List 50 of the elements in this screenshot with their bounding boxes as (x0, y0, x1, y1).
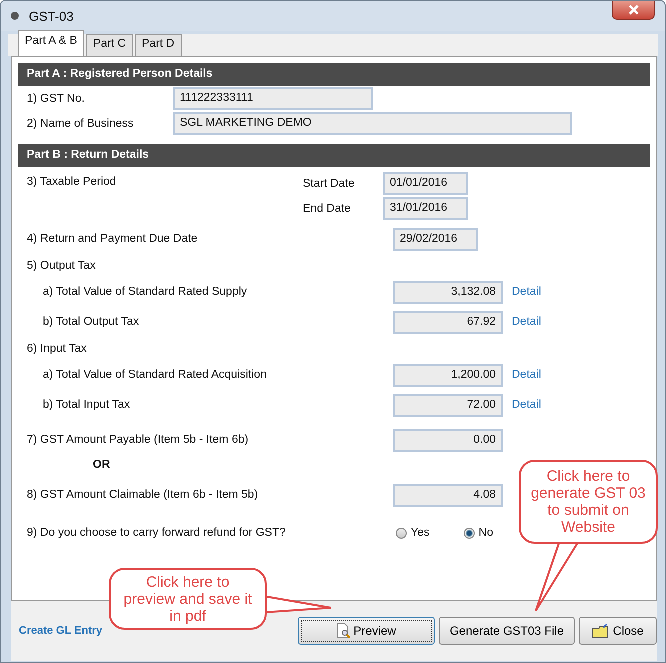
detail-link[interactable]: Detail (512, 369, 542, 381)
folder-icon (592, 624, 610, 638)
document-magnifier-icon (336, 623, 351, 639)
callout: Click here to preview and save it in pdf (109, 568, 267, 630)
close-button[interactable]: Close (579, 617, 657, 645)
field-label: b) Total Input Tax (42, 399, 132, 411)
radio-label: No (478, 527, 494, 539)
text-field[interactable]: SGL MARKETING DEMO (173, 112, 572, 135)
field-label: 3) Taxable Period (26, 175, 118, 190)
window-title: GST-03 (29, 8, 74, 24)
radio-button[interactable] (464, 528, 475, 538)
amount-field[interactable]: 72.00 (393, 394, 503, 416)
field-label: Start Date (303, 178, 356, 190)
close-icon[interactable] (612, 1, 655, 20)
detail-link[interactable]: Detail (512, 399, 542, 411)
field-label: a) Total Value of Standard Rated Acquisition (42, 369, 268, 381)
field-label: 2) Name of Business (26, 118, 135, 130)
generate-button[interactable]: Generate GST03 File (439, 617, 575, 645)
field-label: 8) GST Amount Claimable (Item 6b - Item 5b) (26, 489, 260, 501)
create-gl-entry-link[interactable]: Create GL Entry (11, 625, 103, 637)
amount-field[interactable]: 4.08 (393, 484, 503, 506)
text-field[interactable]: 111222333111 (173, 87, 373, 110)
or-label: OR (93, 459, 110, 471)
preview-button[interactable]: Preview (298, 617, 435, 645)
amount-field[interactable]: 3,132.08 (393, 280, 503, 304)
field-label: a) Total Value of Standard Rated Supply (42, 286, 248, 298)
detail-link[interactable]: Detail (512, 316, 542, 328)
tab[interactable]: Part D (135, 34, 182, 56)
date-field[interactable]: 01/01/2016 (383, 172, 468, 195)
field-label: 7) GST Amount Payable (Item 5b - Item 6b) (26, 434, 250, 446)
window-icon (11, 12, 19, 20)
tab[interactable]: Part C (86, 34, 134, 56)
date-field[interactable]: 31/01/2016 (383, 197, 468, 220)
radio-button[interactable] (396, 528, 407, 538)
date-field[interactable]: 29/02/2016 (393, 228, 478, 250)
field-label: b) Total Output Tax (42, 316, 140, 328)
amount-field[interactable]: 0.00 (393, 428, 503, 452)
amount-field[interactable]: 67.92 (393, 310, 503, 334)
group-label: 5) Output Tax (26, 259, 97, 274)
group-label: 6) Input Tax (26, 342, 88, 357)
field-label: 1) GST No. (26, 92, 86, 104)
radio-label: Yes (411, 527, 430, 539)
detail-link[interactable]: Detail (512, 286, 542, 298)
section-heading: Part A : Registered Person Details (18, 63, 650, 86)
field-label: End Date (303, 202, 352, 214)
tab[interactable]: Part A & B (18, 30, 84, 56)
amount-field[interactable]: 1,200.00 (393, 364, 503, 386)
question-label: 9) Do you choose to carry forward refund for GST? (26, 527, 287, 539)
section-heading: Part B : Return Details (18, 144, 650, 167)
field-label: 4) Return and Payment Due Date (26, 233, 199, 245)
